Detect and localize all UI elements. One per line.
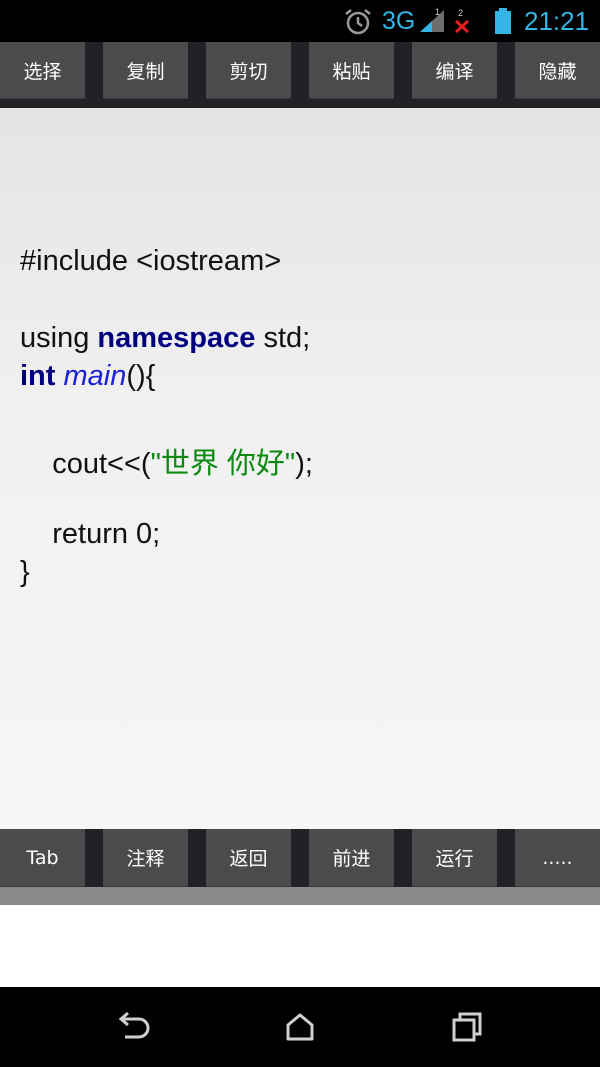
tab-button[interactable]: Tab — [0, 829, 85, 887]
hide-button[interactable]: 隐藏 — [515, 42, 600, 99]
code-line-using: using namespace std; — [20, 322, 310, 355]
cut-button[interactable]: 剪切 — [206, 42, 291, 99]
navigation-bar — [0, 987, 600, 1067]
clock: 21:21 — [524, 6, 590, 36]
divider-bar — [0, 887, 600, 905]
paste-button[interactable]: 粘贴 — [309, 42, 394, 99]
code-text-cout: cout<<( — [20, 448, 151, 480]
code-text-close: ); — [295, 448, 313, 480]
code-editor[interactable]: #include <iostream> using namespace std;… — [0, 108, 600, 829]
function-main: main — [63, 360, 127, 392]
redo-button[interactable]: 前进 — [309, 829, 394, 887]
back-icon[interactable] — [109, 1003, 157, 1051]
copy-button[interactable]: 复制 — [103, 42, 188, 99]
string-literal: "世界 你好" — [150, 448, 296, 480]
battery-icon — [495, 8, 511, 34]
code-line-close-brace: } — [20, 556, 30, 588]
code-text-using: using — [20, 322, 98, 354]
more-button[interactable]: ..... — [515, 829, 600, 887]
code-text-std: std; — [255, 322, 311, 354]
status-bar: 3G 1 2 21:21 — [0, 0, 600, 42]
keyword-int: int — [20, 360, 56, 392]
alarm-icon — [345, 9, 371, 35]
code-line-cout: cout<<("世界 你好"); — [20, 440, 313, 482]
network-type: 3G — [382, 7, 416, 35]
signal-icon: 1 — [420, 7, 444, 32]
comment-button[interactable]: 注释 — [103, 829, 188, 887]
undo-button[interactable]: 返回 — [206, 829, 291, 887]
code-text-parens: (){ — [126, 360, 156, 392]
keyword-namespace: namespace — [97, 322, 256, 354]
code-line-main: int main(){ — [20, 360, 155, 393]
bottom-toolbar: Tab 注释 返回 前进 运行 ..... — [0, 829, 600, 887]
sim1-label: 1 — [435, 7, 440, 17]
blank-panel — [0, 905, 600, 987]
no-signal-icon: 2 — [454, 8, 470, 34]
run-button[interactable]: 运行 — [412, 829, 497, 887]
sim2-label: 2 — [458, 8, 463, 18]
top-toolbar: 选择 复制 剪切 粘贴 编译 隐藏 — [0, 42, 600, 108]
code-line-include: #include <iostream> — [20, 245, 282, 277]
code-line-return: return 0; — [20, 518, 161, 550]
select-button[interactable]: 选择 — [0, 42, 85, 99]
recents-icon[interactable] — [443, 1003, 491, 1051]
home-icon[interactable] — [276, 1003, 324, 1051]
compile-button[interactable]: 编译 — [412, 42, 497, 99]
